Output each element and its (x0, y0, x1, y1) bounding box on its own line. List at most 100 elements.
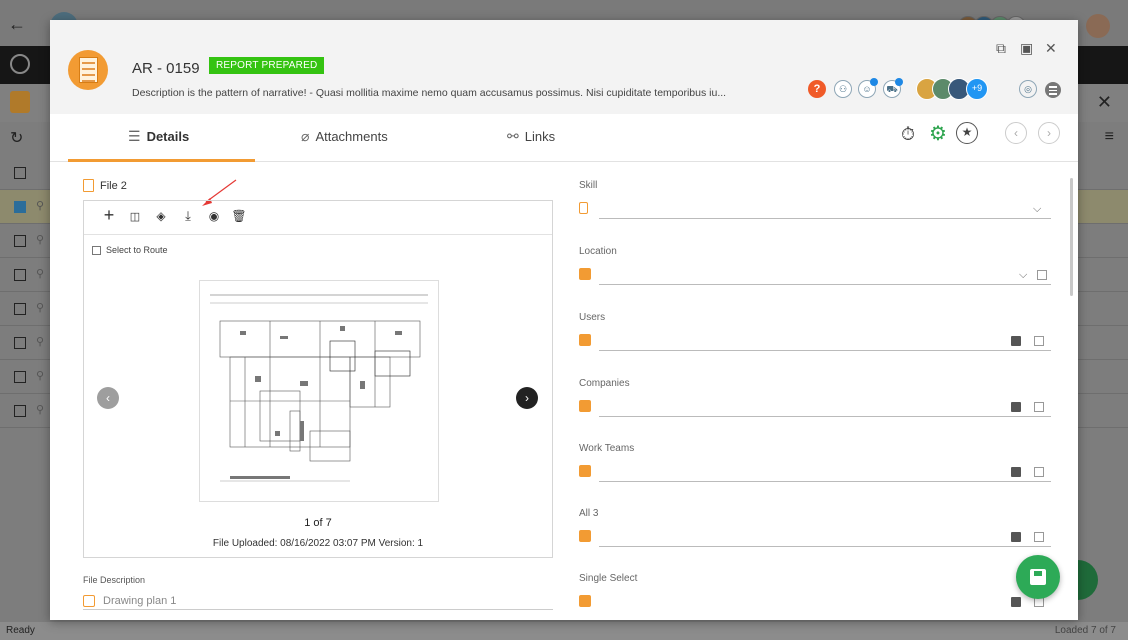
status-badge[interactable]: REPORT PREPARED (209, 57, 325, 74)
field-label: All 3 (579, 508, 599, 519)
contact-book-icon[interactable] (1011, 467, 1021, 477)
single-select-field[interactable]: Single Select (579, 573, 1051, 613)
tab-details[interactable]: ☰ Details (128, 128, 189, 145)
route-checkbox[interactable] (92, 245, 101, 255)
users-field[interactable]: Users (579, 312, 1051, 352)
download-icon[interactable]: ⤓ (179, 208, 197, 224)
gear-icon[interactable]: ⚙ (926, 122, 950, 146)
work-teams-field[interactable]: Work Teams (579, 443, 1051, 483)
qr-icon[interactable] (1034, 467, 1044, 477)
row-checkbox[interactable] (14, 405, 26, 417)
field-underline (599, 350, 1051, 351)
watch-icon[interactable]: ◎ (1019, 80, 1037, 98)
help-icon[interactable]: ? (808, 80, 826, 98)
field-label: Companies (579, 378, 630, 389)
report-logo-icon (68, 50, 108, 90)
scrollbar[interactable] (1070, 178, 1073, 296)
row-checkbox[interactable] (14, 201, 26, 213)
skill-field[interactable]: Skill ⌵ (579, 180, 1051, 220)
qr-icon[interactable] (1034, 532, 1044, 542)
save-icon (1030, 569, 1046, 585)
paperclip-icon: ⌀ (301, 128, 310, 144)
link-icon: ⚯ (507, 128, 519, 144)
all-3-field[interactable]: All 3 (579, 508, 1051, 548)
row-checkbox[interactable] (14, 235, 26, 247)
companies-field[interactable]: Companies (579, 378, 1051, 418)
field-underline (599, 481, 1051, 482)
field-underline (599, 546, 1051, 547)
drawing-preview[interactable] (199, 280, 439, 502)
favorite-star-icon[interactable]: ★ (956, 122, 978, 144)
tab-label: Links (524, 129, 556, 144)
contact-book-icon[interactable] (1011, 402, 1021, 412)
tag-icon[interactable]: ◈ (152, 209, 170, 223)
more-avatars-badge[interactable]: +9 (966, 78, 988, 100)
previous-file-icon[interactable]: ‹ (97, 387, 119, 409)
hide-icon[interactable]: ◉ (205, 209, 223, 223)
report-icon (10, 91, 30, 113)
menu-toggle-icon[interactable] (10, 54, 30, 74)
more-menu-icon[interactable] (1045, 82, 1061, 98)
contact-book-icon[interactable] (1011, 532, 1021, 542)
pin-icon: ⚲ (36, 336, 45, 348)
delete-icon[interactable]: 🗑 (230, 209, 248, 223)
modal-tabs: ☰ Details ⌀ Attachments ⚯ Links ⏱ ⚙ ★ ‹ … (50, 114, 1078, 162)
open-external-icon[interactable]: ⧉ (996, 40, 1006, 57)
tab-label: Attachments (315, 129, 388, 144)
company-icon (579, 400, 591, 412)
field-label: Users (579, 312, 606, 323)
qr-icon[interactable] (1034, 402, 1044, 412)
chevron-down-icon[interactable]: ⌵ (1033, 203, 1041, 216)
record-id: AR - 0159 (132, 60, 200, 77)
pin-icon: ⚲ (36, 200, 45, 212)
contact-book-icon[interactable] (1011, 597, 1021, 607)
team-icon (579, 465, 591, 477)
previous-record-icon[interactable]: ‹ (1005, 122, 1027, 144)
refresh-icon[interactable]: ↻ (10, 128, 23, 148)
row-checkbox[interactable] (14, 303, 26, 315)
cart-icon[interactable]: ⛟ (883, 78, 903, 98)
qr-icon[interactable] (1034, 336, 1044, 346)
map-icon[interactable] (1037, 270, 1047, 280)
close-icon[interactable]: ✕ (1097, 92, 1112, 113)
chevron-down-icon[interactable]: ⌵ (1019, 269, 1027, 282)
file-description-field[interactable]: Drawing plan 1 (83, 592, 553, 610)
pin-icon: ⚲ (36, 404, 45, 416)
location-field[interactable]: Location ⌵ (579, 246, 1051, 286)
pin-icon: ⚲ (36, 268, 45, 280)
contacts-icon[interactable]: ☺ (858, 78, 878, 98)
record-modal: AR - 0159 REPORT PREPARED Description is… (50, 20, 1078, 620)
select-route-label: Select to Route (106, 245, 168, 255)
save-button[interactable] (1016, 555, 1060, 599)
user-avatar[interactable] (1086, 14, 1110, 38)
field-label: Skill (579, 180, 598, 191)
fullscreen-icon[interactable]: ▣ (1020, 40, 1033, 57)
next-record-icon[interactable]: › (1038, 122, 1060, 144)
file-title: File 2 (83, 179, 127, 192)
add-icon[interactable]: + (100, 205, 118, 226)
person-icon (579, 530, 591, 542)
user-icon (579, 334, 591, 346)
field-underline (599, 416, 1051, 417)
file-description-label: File Description (83, 575, 146, 585)
compare-icon[interactable]: ◫ (126, 210, 144, 223)
row-checkbox[interactable] (14, 337, 26, 349)
row-checkbox[interactable] (14, 371, 26, 383)
back-arrow-icon[interactable]: ← (8, 14, 26, 35)
field-label: Location (579, 246, 617, 257)
pin-icon: ⚲ (36, 370, 45, 382)
assign-icon[interactable]: ⚇ (834, 80, 852, 98)
file-title-text: File 2 (100, 179, 127, 192)
pin-icon: ⚲ (36, 234, 45, 246)
contact-book-icon[interactable] (1011, 336, 1021, 346)
timer-icon[interactable]: ⏱ (896, 122, 920, 146)
close-modal-icon[interactable]: ✕ (1045, 40, 1057, 57)
next-file-icon[interactable]: › (516, 387, 538, 409)
details-icon: ☰ (128, 128, 141, 144)
tab-attachments[interactable]: ⌀ Attachments (301, 128, 388, 145)
list-menu-icon[interactable]: ≡ (1105, 128, 1114, 146)
row-checkbox[interactable] (14, 167, 26, 179)
row-checkbox[interactable] (14, 269, 26, 281)
tab-links[interactable]: ⚯ Links (507, 128, 555, 145)
select-to-route[interactable]: Select to Route (92, 245, 168, 255)
